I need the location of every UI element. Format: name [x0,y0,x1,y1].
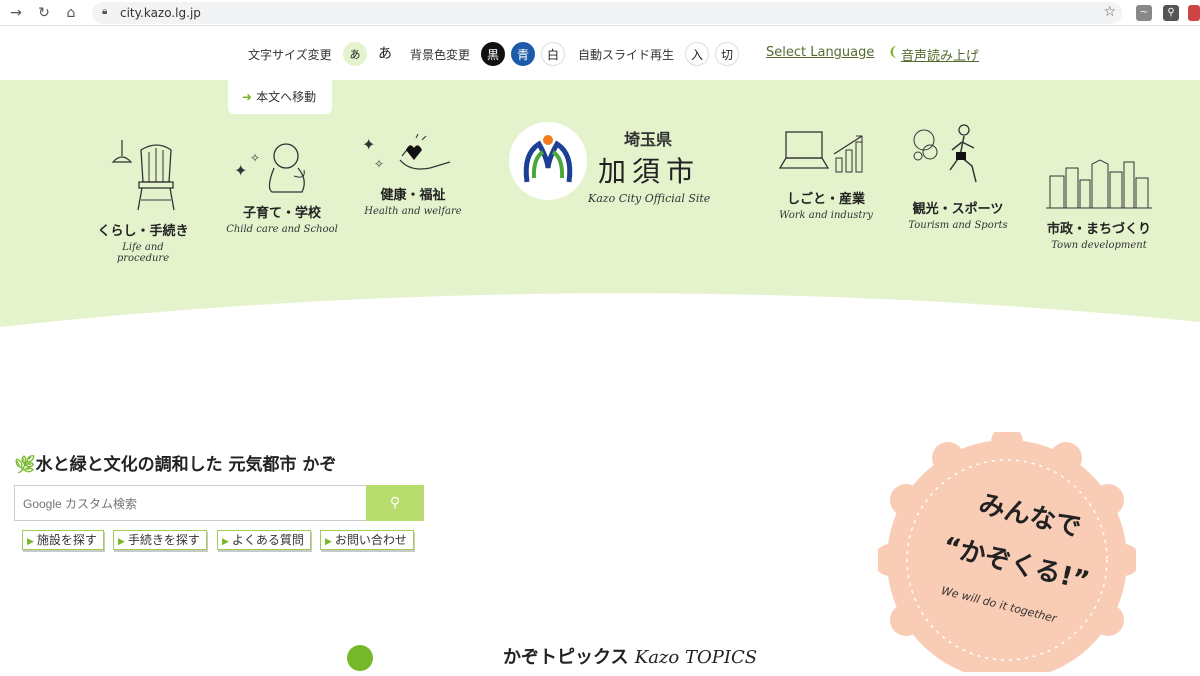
category-tourism-title: 観光・スポーツ [912,202,1004,217]
slide-off-button[interactable]: 切 [715,42,739,66]
category-tourism[interactable]: 観光・スポーツ Tourism and Sports [906,122,1010,231]
heart-hands-icon: ✦✧ [362,133,451,171]
background-color-label: 背景色変更 [410,48,471,62]
bg-blue-button[interactable]: 青 [511,42,535,66]
category-childcare-title: 子育て・学校 [242,206,321,221]
quick-link-faq[interactable]: ▶ よくある質問 [217,530,311,550]
triangle-right-icon: ▶ [27,537,34,547]
bg-black-button[interactable]: 黒 [481,42,505,66]
triangle-right-icon: ▶ [118,537,125,547]
category-work-subtitle: Work and industry [779,210,873,221]
quick-link-facilities[interactable]: ▶ 施設を探す [22,530,104,550]
prefecture-name: 埼玉県 [624,130,673,149]
category-life-subtitle: Life and procedure [116,242,170,264]
category-town-title: 市政・まちづくり [1046,222,1151,237]
category-life[interactable]: くらし・手続き Life and procedure [95,138,191,264]
extension-location-icon[interactable]: ⚲ [1163,5,1179,21]
category-health-subtitle: Health and welfare [364,206,462,217]
auto-slide-label: 自動スライド再生 [578,48,675,62]
scalloped-badge-shape: みんなで “かぞくる!” We will do it together [874,426,1140,676]
utility-bar: 文字サイズ変更 あ あ 背景色変更 黒 青 白 自動スライド再生 入 切 Sel… [0,27,1200,80]
laptop-chart-icon [778,131,863,173]
topics-title-jp: かぞトピックス [503,647,629,668]
back-arrow-icon[interactable]: → [6,3,26,23]
kazo-emblem-icon [523,135,573,183]
category-health-title: 健康・福祉 [380,188,446,203]
reload-icon[interactable]: ↻ [34,3,54,23]
lock-icon: 🔒︎ [102,6,108,17]
triangle-right-icon: ▶ [325,537,332,547]
topics-heading: かぞトピックス Kazo TOPICS [503,643,757,669]
browser-toolbar: → ↻ ⌂ 🔒︎ city.kazo.lg.jp ☆ ~ ⚲ [0,0,1200,26]
topics-title-en: Kazo TOPICS [634,647,758,668]
extension-trend-icon[interactable]: ~ [1136,5,1152,21]
voice-reading-link[interactable]: 音声読み上げ [901,45,979,64]
category-tourism-subtitle: Tourism and Sports [908,220,1008,231]
official-site-label: Kazo City Official Site [588,192,711,205]
cityscape-icon [1046,159,1152,209]
svg-text:✧: ✧ [374,157,384,171]
svg-text:✦: ✦ [362,135,375,154]
quick-link-label: お問い合わせ [334,533,407,547]
category-childcare[interactable]: ✦ ✧ 子育て・学校 Child care and School [224,140,340,235]
bg-white-button[interactable]: 白 [541,42,565,66]
category-life-title: くらし・手続き [97,224,189,239]
category-work-title: しごと・産業 [786,192,865,207]
kazokuru-badge[interactable]: みんなで “かぞくる!” We will do it together [874,426,1140,676]
search-box [14,485,367,521]
city-logo[interactable] [509,122,587,200]
speaker-icon: ❨ [888,45,899,60]
wave-divider [0,293,1200,330]
svg-text:✧: ✧ [250,151,260,165]
font-size-label: 文字サイズ変更 [248,48,332,62]
arrow-right-icon: ➜ [242,90,253,104]
sprout-icon: 🌿︎ [14,455,36,475]
quick-link-label: 施設を探す [36,533,97,547]
city-name[interactable]: 加須市 [598,150,700,190]
quick-link-label: よくある質問 [231,533,304,547]
search-input[interactable] [23,494,353,514]
home-icon[interactable]: ⌂ [61,3,81,23]
runner-icon [913,124,977,183]
quick-link-label: 手続きを探す [127,533,200,547]
category-town[interactable]: 市政・まちづくり Town development [1044,158,1154,251]
chair-lamp-icon [111,140,175,211]
category-health[interactable]: ✦ ✧ 健康・福祉 Health and welfare [360,132,466,217]
category-work[interactable]: しごと・産業 Work and industry [776,128,876,221]
svg-text:✦: ✦ [234,161,247,180]
font-size-large-button[interactable]: あ [373,42,397,66]
font-size-small-button[interactable]: あ [343,42,367,66]
pause-slider-button[interactable] [347,645,373,671]
quick-link-contact[interactable]: ▶ お問い合わせ [320,530,414,550]
tagline-text: 水と緑と文化の調和した 元気都市 かぞ [35,455,337,475]
slide-on-button[interactable]: 入 [685,42,709,66]
skip-link-label: 本文へ移動 [256,90,317,104]
quick-link-procedures[interactable]: ▶ 手続きを探す [113,530,207,550]
category-childcare-subtitle: Child care and School [226,224,338,235]
select-language-link[interactable]: Select Language [766,45,874,60]
triangle-right-icon: ▶ [222,537,229,547]
skip-to-content-link[interactable]: ➜ 本文へ移動 [228,80,332,114]
city-tagline: 🌿︎水と緑と文化の調和した 元気都市 かぞ [14,450,336,475]
search-button[interactable]: ⚲ [366,485,424,521]
address-bar[interactable]: 🔒︎ city.kazo.lg.jp ☆ [92,2,1122,24]
category-town-subtitle: Town development [1051,240,1147,251]
bookmark-star-icon[interactable]: ☆ [1103,4,1116,20]
extension-icon[interactable] [1188,5,1200,21]
url-text: city.kazo.lg.jp [120,6,201,20]
baby-icon: ✦✧ [234,143,305,193]
search-icon: ⚲ [389,495,401,511]
